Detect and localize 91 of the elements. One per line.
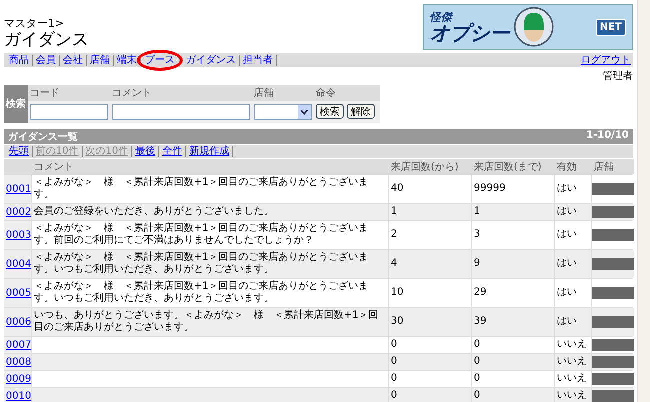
comment-cell: 会員のご登録をいただき、ありがとうございました。: [32, 204, 388, 220]
table-cell: 1: [389, 204, 471, 220]
table-cell: はい: [555, 175, 591, 203]
highlight-circle: [137, 50, 183, 70]
search-label: 検索: [4, 85, 28, 123]
column-header: 店舗: [592, 159, 634, 174]
table-cell: 29: [472, 279, 554, 307]
pager-link[interactable]: 新規作成: [186, 146, 234, 157]
pager-link[interactable]: 最後: [132, 146, 160, 157]
table-cell: 99999: [472, 175, 554, 203]
pager-link[interactable]: 先頭: [6, 146, 33, 157]
caret-icon: [301, 110, 308, 114]
code-link[interactable]: 0006: [4, 308, 31, 336]
page-title: ガイダンス: [4, 31, 89, 49]
table-cell: 0: [472, 388, 554, 402]
table-cell: 0: [472, 354, 554, 370]
table-cell: 9: [472, 250, 554, 278]
nav-link[interactable]: 会社: [60, 54, 87, 66]
table-cell: 4: [389, 250, 471, 278]
logo-text: 怪傑: [430, 12, 454, 22]
table-cell: 3: [472, 221, 554, 249]
redaction-bar: [592, 287, 634, 299]
code-field[interactable]: [30, 104, 108, 120]
table-cell: はい: [555, 279, 591, 307]
net-badge: NET: [596, 18, 626, 36]
search-form-button[interactable]: 検索: [316, 104, 344, 119]
search-column-header: 店舗: [252, 85, 314, 101]
nav-link[interactable]: 店舗: [87, 54, 114, 66]
comment-field[interactable]: [112, 104, 250, 120]
code-link[interactable]: 0002: [4, 204, 31, 220]
logo-text: オプシー: [430, 22, 510, 42]
record-range: 1-10/10: [586, 130, 629, 143]
code-link[interactable]: 0010: [4, 388, 31, 402]
search-form-button[interactable]: 解除: [347, 104, 375, 119]
table-cell: 0: [389, 388, 471, 402]
redaction-bar: [592, 206, 634, 218]
code-link[interactable]: 0005: [4, 279, 31, 307]
search-column-header: コメント: [110, 85, 252, 101]
table-cell: 40: [389, 175, 471, 203]
table-cell: 10: [389, 279, 471, 307]
code-link[interactable]: 0001: [4, 175, 31, 203]
table-cell: はい: [555, 308, 591, 336]
comment-cell: いつも、ありがとうございます。＜よみがな＞ 様 ＜累計来店回数+1＞回目のご来店ありがとうございます。: [32, 308, 388, 336]
redaction-bar: [592, 316, 634, 328]
table-cell: 2: [389, 221, 471, 249]
code-link[interactable]: 0009: [4, 371, 31, 387]
nav-link[interactable]: ガイダンス: [183, 54, 240, 66]
table-cell: 1: [472, 204, 554, 220]
nav-link[interactable]: 担当者: [240, 54, 277, 66]
code-link[interactable]: 0008: [4, 354, 31, 370]
comment-cell: ＜よみがな＞ 様 ＜累計来店回数+1＞回目のご来店ありがとうございます。: [32, 175, 388, 203]
code-link[interactable]: 0004: [4, 250, 31, 278]
table-cell: 39: [472, 308, 554, 336]
nav-link[interactable]: 端末: [114, 54, 141, 66]
redaction-bar: [592, 356, 634, 368]
table-cell: 0: [389, 337, 471, 353]
list-title: ガイダンス一覧: [8, 130, 78, 143]
table-cell: 0: [389, 371, 471, 387]
table-cell: いいえ: [555, 354, 591, 370]
table-cell: はい: [555, 250, 591, 278]
table-cell: 0: [472, 371, 554, 387]
table-cell: いいえ: [555, 371, 591, 387]
nav-link[interactable]: ブース: [137, 50, 183, 70]
comment-cell: ＜よみがな＞ 様 ＜累計来店回数+1＞回目のご来店ありがとうございます。いつもご利用いただき、ありがとうございます。: [32, 250, 388, 278]
logout-link[interactable]: ログアウト: [581, 53, 631, 67]
comment-cell: ＜よみがな＞ 様 ＜累計来店回数+1＞回目のご来店ありがとうございます。いつもご利用いただき、ありがとうございます。: [32, 279, 388, 307]
user-name: 管理者: [603, 70, 633, 83]
table-cell: いいえ: [555, 388, 591, 402]
table-cell: 30: [389, 308, 471, 336]
comment-cell: ＜よみがな＞ 様 ＜累計来店回数+1＞回目のご来店ありがとうございます。前回のご利用にてご不満はありませんでしたでしょうか？: [32, 221, 388, 249]
search-column-header: コード: [28, 85, 110, 101]
nav-link[interactable]: 会員: [33, 54, 60, 66]
redaction-bar: [592, 229, 634, 241]
redaction-bar: [592, 258, 634, 270]
redaction-bar: [592, 339, 634, 351]
table-cell: 0: [389, 354, 471, 370]
table-cell: 0: [472, 337, 554, 353]
nav-link[interactable]: 商品: [6, 54, 33, 66]
table-cell: はい: [555, 204, 591, 220]
breadcrumb: マスター1>: [4, 16, 66, 31]
pager-link[interactable]: 全件: [159, 146, 186, 157]
redaction-bar: [592, 390, 634, 402]
store-dropdown[interactable]: [254, 104, 312, 120]
code-link[interactable]: 0007: [4, 337, 31, 353]
redaction-bar: [592, 373, 634, 385]
table-cell: いいえ: [555, 337, 591, 353]
redaction-bar: [592, 183, 634, 195]
code-link[interactable]: 0003: [4, 221, 31, 249]
table-cell: はい: [555, 221, 591, 249]
search-column-header: 命令: [314, 85, 380, 101]
masked-figure-icon: [514, 6, 554, 48]
